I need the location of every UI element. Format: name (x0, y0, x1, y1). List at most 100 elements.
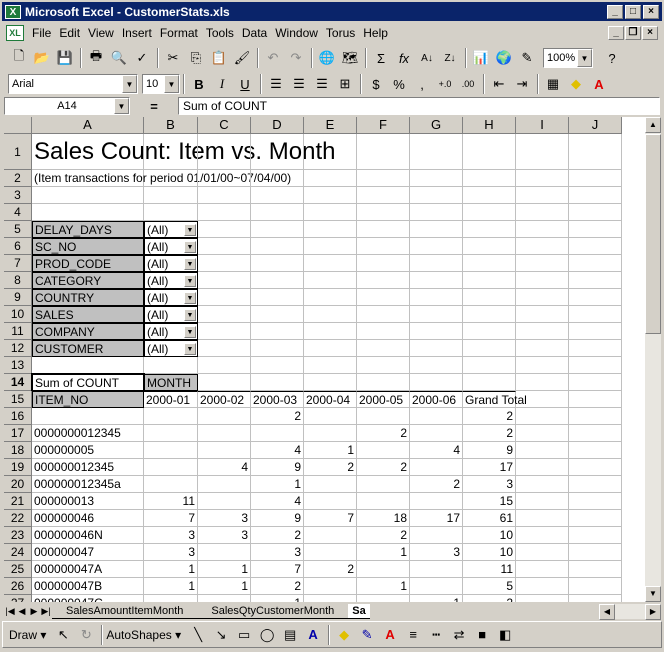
value-cell[interactable] (410, 408, 463, 425)
value-cell[interactable]: 2 (410, 476, 463, 493)
value-cell[interactable]: 10 (463, 527, 516, 544)
value-cell[interactable]: 11 (144, 493, 198, 510)
cell[interactable] (463, 374, 516, 391)
cell[interactable] (516, 442, 569, 459)
chevron-down-icon[interactable]: ▼ (184, 241, 196, 253)
item-id[interactable]: 000000047A (32, 561, 144, 578)
value-cell[interactable] (304, 408, 357, 425)
cell[interactable] (516, 357, 569, 374)
cell[interactable] (251, 238, 304, 255)
cell[interactable] (198, 187, 251, 204)
cell[interactable] (251, 306, 304, 323)
value-cell[interactable]: 1 (144, 561, 198, 578)
column-header[interactable]: G (410, 117, 463, 134)
select-objects-icon[interactable]: ↖ (52, 624, 74, 646)
page-field-name[interactable]: COUNTRY (32, 289, 144, 306)
row-header[interactable]: 19 (4, 459, 32, 476)
tab-sales-qty-customer-month[interactable]: SalesQtyCustomerMonth (197, 604, 349, 619)
cell[interactable] (198, 255, 251, 272)
column-header[interactable]: H (463, 117, 516, 134)
cell[interactable] (569, 510, 622, 527)
cell[interactable] (569, 306, 622, 323)
value-cell[interactable]: 7 (144, 510, 198, 527)
cell[interactable] (569, 221, 622, 238)
cell[interactable] (410, 357, 463, 374)
tab-active-sheet[interactable]: Sa (348, 603, 370, 619)
cell[interactable] (569, 187, 622, 204)
cell[interactable] (569, 408, 622, 425)
column-header[interactable]: E (304, 117, 357, 134)
sort-ascending-icon[interactable]: A↓ (416, 47, 438, 69)
cell[interactable] (516, 187, 569, 204)
value-cell[interactable]: 3 (198, 510, 251, 527)
chevron-down-icon[interactable]: ▼ (184, 292, 196, 304)
item-id[interactable]: 000000012345 (32, 459, 144, 476)
chevron-down-icon[interactable]: ▼ (122, 75, 137, 93)
value-cell[interactable]: 4 (410, 442, 463, 459)
value-cell[interactable] (144, 459, 198, 476)
menu-format[interactable]: Format (156, 26, 202, 40)
align-right-icon[interactable]: ☰ (311, 73, 333, 95)
menu-window[interactable]: Window (271, 26, 322, 40)
value-cell[interactable]: 61 (463, 510, 516, 527)
menu-edit[interactable]: Edit (55, 26, 84, 40)
row-header[interactable]: 8 (4, 272, 32, 289)
value-cell[interactable] (410, 527, 463, 544)
cell[interactable] (251, 323, 304, 340)
oval-icon[interactable]: ◯ (256, 624, 278, 646)
spreadsheet-grid[interactable]: A B C D E F G H I J 1 Sales Count: Item vs. Month 2(… (4, 117, 645, 602)
increase-decimal-icon[interactable]: +.0 (434, 73, 456, 95)
menu-view[interactable]: View (84, 26, 118, 40)
cell[interactable] (569, 561, 622, 578)
font-color-icon[interactable]: A (379, 624, 401, 646)
cell[interactable] (569, 204, 622, 221)
value-cell[interactable] (410, 459, 463, 476)
sheet-title[interactable]: Sales Count: Item vs. Month (32, 134, 335, 170)
cell[interactable] (410, 238, 463, 255)
row-header[interactable]: 6 (4, 238, 32, 255)
print-icon[interactable]: 🖶 (85, 47, 107, 69)
page-field-name[interactable]: SC_NO (32, 238, 144, 255)
row-header[interactable]: 17 (4, 425, 32, 442)
value-cell[interactable]: 2 (357, 459, 410, 476)
arrow-icon[interactable]: ↘ (210, 624, 232, 646)
sort-descending-icon[interactable]: Z↓ (439, 47, 461, 69)
cell[interactable] (198, 134, 251, 170)
cell[interactable] (516, 561, 569, 578)
value-cell[interactable]: 1 (251, 595, 304, 602)
cell[interactable] (198, 221, 251, 238)
value-cell[interactable] (304, 578, 357, 595)
value-cell[interactable]: 1 (198, 578, 251, 595)
font-select[interactable]: Arial ▼ (8, 74, 138, 94)
cell[interactable] (463, 289, 516, 306)
value-cell[interactable]: 7 (304, 510, 357, 527)
value-cell[interactable] (304, 527, 357, 544)
row-header[interactable]: 16 (4, 408, 32, 425)
row-header[interactable]: 22 (4, 510, 32, 527)
item-id[interactable]: 000000047 (32, 544, 144, 561)
cell[interactable] (410, 306, 463, 323)
cell[interactable] (516, 374, 569, 391)
cell[interactable] (304, 238, 357, 255)
pivot-column-header[interactable]: 2000-03 (251, 391, 304, 408)
print-preview-icon[interactable]: 🔍 (108, 47, 130, 69)
cell[interactable] (198, 289, 251, 306)
cell[interactable] (569, 289, 622, 306)
cell[interactable] (569, 493, 622, 510)
cell[interactable] (516, 255, 569, 272)
cell[interactable] (144, 204, 198, 221)
doc-restore-icon[interactable]: ❐ (625, 26, 641, 40)
item-id[interactable]: 000000046N (32, 527, 144, 544)
row-header[interactable]: 26 (4, 578, 32, 595)
column-header[interactable]: J (569, 117, 622, 134)
value-cell[interactable]: 9 (251, 510, 304, 527)
align-center-icon[interactable]: ☰ (288, 73, 310, 95)
cell[interactable] (463, 357, 516, 374)
minimize-icon[interactable]: _ (607, 4, 623, 19)
page-field-name[interactable]: COMPANY (32, 323, 144, 340)
italic-icon[interactable]: I (211, 73, 233, 95)
value-cell[interactable]: 15 (463, 493, 516, 510)
row-header[interactable]: 7 (4, 255, 32, 272)
cell[interactable] (304, 255, 357, 272)
chevron-down-icon[interactable]: ▼ (184, 275, 196, 287)
